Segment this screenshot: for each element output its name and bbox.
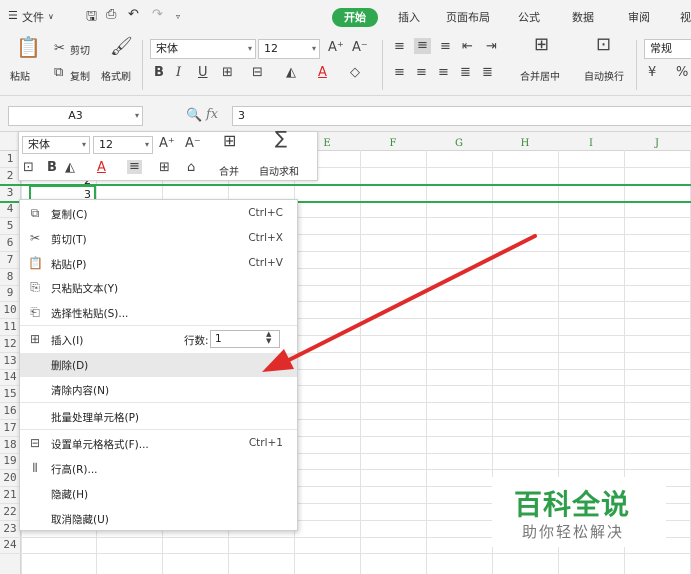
watermark-title: 百科全说 [514, 488, 631, 521]
watermark-subtitle: 助你轻松解决 [522, 523, 625, 541]
watermark-logo: 百科全说 助你轻松解决 [492, 477, 666, 547]
